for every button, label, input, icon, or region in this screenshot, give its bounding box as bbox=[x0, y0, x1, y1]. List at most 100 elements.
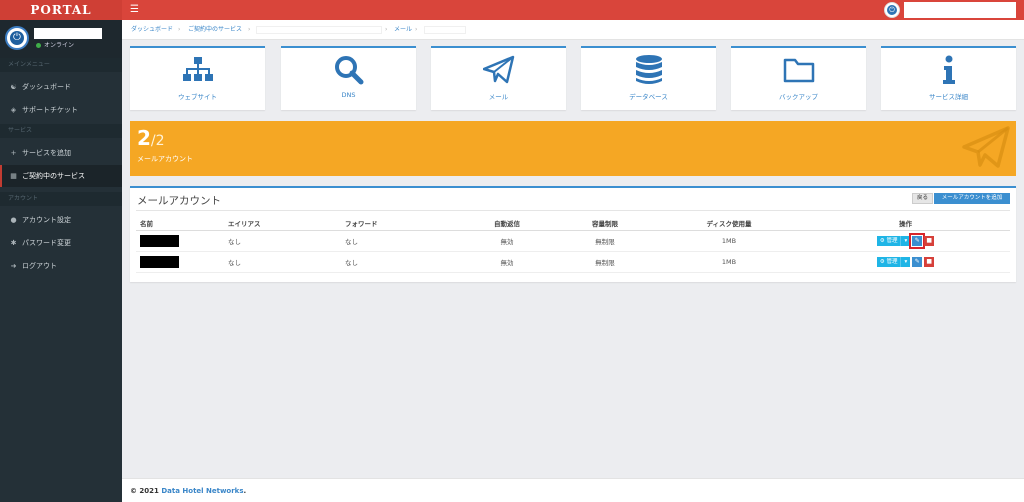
delete-button[interactable]: ■ bbox=[924, 256, 935, 267]
account-count: 2/2 bbox=[137, 125, 165, 154]
footer-suffix: . bbox=[243, 487, 247, 495]
column-header-forward: フォワード bbox=[341, 217, 461, 231]
tile-label: データベース bbox=[629, 93, 668, 101]
username bbox=[34, 28, 102, 39]
add-mail-account-button[interactable]: メールアカウントを追加 bbox=[934, 193, 1010, 204]
manage-label: 管理 bbox=[886, 258, 898, 265]
column-header-alias: エイリアス bbox=[224, 217, 341, 231]
sidebar-item-contracted-services[interactable]: ▦ ご契約中のサービス bbox=[0, 165, 122, 187]
user-icon: ● bbox=[10, 216, 17, 224]
back-button[interactable]: 戻る bbox=[912, 193, 934, 204]
delete-button[interactable]: ■ bbox=[924, 235, 935, 246]
folder-icon bbox=[731, 54, 866, 86]
online-status-label: オンライン bbox=[44, 42, 75, 49]
sidebar-item-support-ticket[interactable]: ◈ サポートチケット bbox=[0, 99, 122, 121]
caret-down-icon[interactable]: ▾ bbox=[900, 235, 910, 246]
redacted-name bbox=[140, 234, 179, 247]
paper-plane-icon bbox=[962, 126, 1010, 168]
forward-cell: なし bbox=[341, 230, 461, 252]
company-link[interactable]: Data Hotel Networks bbox=[161, 487, 243, 495]
avatar: ⏻ bbox=[5, 26, 29, 50]
sidebar-item-add-service[interactable]: + サービスを追加 bbox=[0, 142, 122, 164]
edit-icon: ✎ bbox=[914, 257, 920, 265]
section-header-service: サービス bbox=[0, 124, 122, 138]
manage-button[interactable]: ⚙ 管理 bbox=[877, 257, 901, 267]
tile-mail[interactable]: メール bbox=[431, 46, 566, 110]
mail-accounts-panel: メールアカウント 戻る メールアカウントを追加 名前 エイリアス フォワード 自… bbox=[130, 186, 1016, 282]
breadcrumb-service-name[interactable] bbox=[256, 26, 382, 34]
breadcrumb-mail[interactable]: メール bbox=[394, 20, 412, 40]
column-header-disk-usage: ディスク使用量 bbox=[657, 217, 801, 231]
tile-label: サービス詳細 bbox=[929, 93, 968, 101]
power-icon[interactable]: ⏻ bbox=[884, 2, 900, 18]
breadcrumb-separator: › bbox=[385, 26, 388, 33]
database-icon bbox=[581, 54, 716, 86]
tile-label: DNS bbox=[341, 91, 356, 99]
tile-dns[interactable]: DNS bbox=[281, 46, 416, 110]
breadcrumb-separator: › bbox=[178, 26, 181, 33]
power-icon: ⏻ bbox=[13, 32, 21, 43]
sidebar-item-label: パスワード変更 bbox=[22, 239, 71, 247]
breadcrumb-contracted-services[interactable]: ご契約中のサービス bbox=[188, 20, 242, 40]
account-name-cell bbox=[136, 251, 224, 273]
column-header-quota: 容量制限 bbox=[553, 217, 657, 231]
trash-icon: ■ bbox=[926, 236, 933, 244]
sidebar-item-label: ログアウト bbox=[22, 262, 57, 270]
forward-cell: なし bbox=[341, 251, 461, 273]
section-header-main: メインメニュー bbox=[0, 58, 122, 72]
footer: © 2021 Data Hotel Networks. bbox=[122, 478, 1024, 502]
column-header-name: 名前 bbox=[136, 217, 224, 231]
sidebar-item-label: ご契約中のサービス bbox=[22, 172, 85, 180]
mail-account-summary-banner: 2/2 メールアカウント bbox=[130, 121, 1016, 176]
tile-label: メール bbox=[488, 93, 509, 101]
manage-dropdown-button[interactable]: ⚙ 管理 ▾ bbox=[876, 235, 911, 246]
top-bar: PORTAL ☰ ⏻ bbox=[0, 0, 1024, 20]
row-actions: ⚙ 管理 ▾ ✎ ■ bbox=[876, 256, 935, 267]
sidebar-item-change-password[interactable]: ✱ パスワード変更 bbox=[0, 232, 122, 254]
manage-dropdown-button[interactable]: ⚙ 管理 ▾ bbox=[876, 256, 911, 267]
sidebar-item-label: サポートチケット bbox=[22, 106, 78, 114]
online-dot-icon bbox=[36, 43, 41, 48]
logout-icon: ➜ bbox=[10, 262, 17, 270]
paper-plane-icon bbox=[431, 54, 566, 86]
sidebar: ⏻ オンライン メインメニュー ☯ ダッシュボード ◈ サポートチケット サービス … bbox=[0, 20, 122, 502]
sidebar-item-account-settings[interactable]: ● アカウント設定 bbox=[0, 209, 122, 231]
grid-icon: ▦ bbox=[10, 172, 17, 180]
quota-cell: 無制限 bbox=[553, 230, 657, 252]
sidebar-item-logout[interactable]: ➜ ログアウト bbox=[0, 255, 122, 277]
section-header-account: アカウント bbox=[0, 192, 122, 206]
online-status: オンライン bbox=[36, 42, 74, 50]
sidebar-item-label: サービスを追加 bbox=[22, 149, 71, 157]
account-count-total: /2 bbox=[150, 133, 165, 149]
breadcrumb-dashboard[interactable]: ダッシュボード bbox=[131, 20, 173, 40]
sidebar-item-label: ダッシュボード bbox=[22, 83, 71, 91]
portal-logo[interactable]: PORTAL bbox=[0, 0, 122, 20]
account-count-value: 2 bbox=[137, 126, 151, 150]
user-menu-box[interactable] bbox=[904, 2, 1016, 18]
asterisk-icon: ✱ bbox=[10, 239, 17, 247]
tile-database[interactable]: データベース bbox=[581, 46, 716, 110]
edit-icon: ✎ bbox=[914, 236, 920, 244]
caret-down-icon[interactable]: ▾ bbox=[900, 256, 910, 267]
plus-icon: + bbox=[10, 149, 17, 157]
hamburger-icon[interactable]: ☰ bbox=[130, 3, 139, 17]
sidebar-item-label: アカウント設定 bbox=[22, 216, 71, 224]
alias-cell: なし bbox=[224, 251, 341, 273]
edit-button[interactable]: ✎ bbox=[909, 232, 926, 249]
autoreply-cell: 無効 bbox=[461, 230, 553, 252]
actions-cell: ⚙ 管理 ▾ ✎ ■ bbox=[801, 230, 1010, 252]
sidebar-item-dashboard[interactable]: ☯ ダッシュボード bbox=[0, 76, 122, 98]
tile-website[interactable]: ウェブサイト bbox=[130, 46, 265, 110]
panel-title: メールアカウント bbox=[137, 195, 221, 207]
row-actions: ⚙ 管理 ▾ ✎ ■ bbox=[876, 232, 935, 249]
tile-backup[interactable]: バックアップ bbox=[731, 46, 866, 110]
edit-button[interactable]: ✎ bbox=[912, 256, 923, 267]
alias-cell: なし bbox=[224, 230, 341, 252]
breadcrumb-separator: › bbox=[415, 26, 418, 33]
dashboard-icon: ☯ bbox=[10, 83, 17, 91]
disk-usage-cell: 1MB bbox=[657, 230, 801, 252]
manage-button[interactable]: ⚙ 管理 bbox=[877, 236, 901, 246]
column-header-autoreply: 自動返信 bbox=[461, 217, 553, 231]
breadcrumb-separator: › bbox=[248, 26, 251, 33]
tile-service-details[interactable]: サービス詳細 bbox=[881, 46, 1016, 110]
